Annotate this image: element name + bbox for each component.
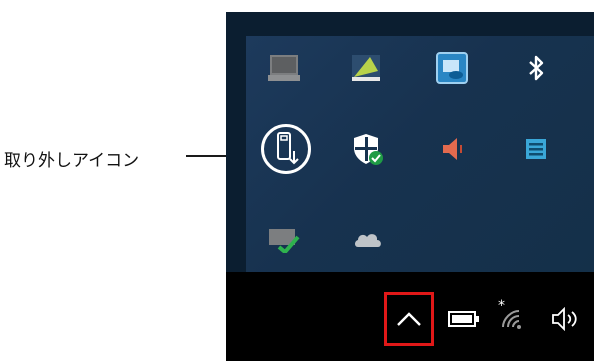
network-computer-icon[interactable] [266,50,302,86]
app-notes-icon[interactable] [518,131,554,167]
intel-graphics-icon[interactable] [434,50,470,86]
show-hidden-icons-button[interactable] [384,292,434,346]
windows-security-icon[interactable] [350,131,386,167]
svg-text:*: * [498,298,505,314]
onedrive-cloud-icon[interactable] [350,222,386,258]
usb-highlight-ring [261,124,311,174]
show-hidden-icons-chevron-icon [397,312,421,326]
wifi-icon[interactable]: * [494,296,530,332]
display-settings-icon[interactable] [348,50,384,86]
speaker-muted-icon[interactable] [436,131,472,167]
bluetooth-icon[interactable] [518,50,554,86]
battery-icon[interactable] [446,301,482,337]
callout-label: 取り外しアイコン [4,151,140,171]
volume-icon[interactable] [548,301,584,337]
sync-check-icon[interactable] [266,220,302,256]
